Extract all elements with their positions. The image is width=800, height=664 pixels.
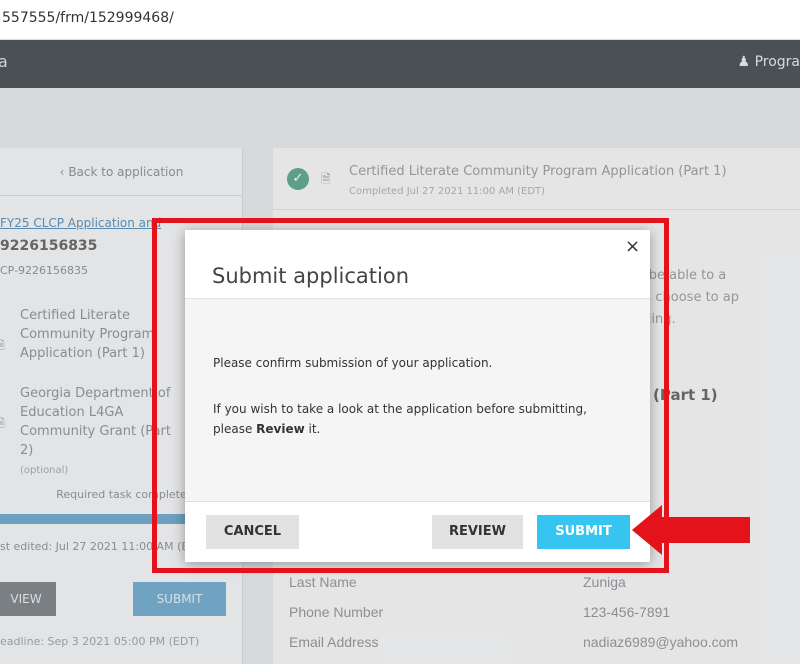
url-text: 557555/frm/152999468/ [2, 10, 174, 26]
dialog-footer: CANCEL REVIEW SUBMIT [185, 501, 650, 562]
review-message: If you wish to take a look at the applic… [213, 399, 628, 439]
review-message-bold: Review [256, 422, 305, 436]
cancel-button[interactable]: CANCEL [206, 515, 299, 549]
review-message-suffix: it. [304, 422, 321, 436]
app-header: a ♟ Progra [0, 40, 800, 88]
person-icon: ♟ [737, 54, 751, 70]
confirm-message: Please confirm submission of your applic… [213, 356, 493, 370]
program-label: Progra [754, 54, 800, 70]
close-icon[interactable]: × [625, 236, 640, 257]
review-button[interactable]: REVIEW [432, 515, 523, 549]
dialog-title: Submit application [212, 264, 410, 288]
dialog-header: Submit application × [185, 230, 650, 298]
dialog-body: Please confirm submission of your applic… [185, 298, 650, 501]
browser-url-bar[interactable]: 557555/frm/152999468/ [0, 0, 800, 40]
program-menu[interactable]: ♟ Progra [738, 54, 800, 70]
submit-button[interactable]: SUBMIT [537, 515, 630, 549]
brand-fragment: a [0, 52, 8, 71]
submit-dialog: Submit application × Please confirm subm… [185, 230, 650, 562]
